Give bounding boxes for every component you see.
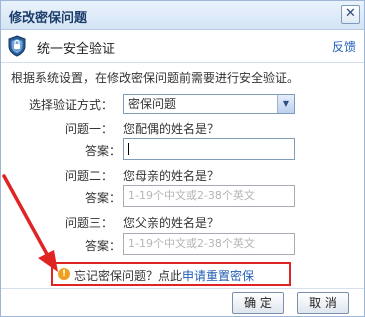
confirm-button[interactable]: 确 定 (232, 292, 284, 314)
question-2-text: 您母亲的姓名是？ (123, 169, 220, 183)
verify-method-select[interactable]: 密保问题 ▼ (123, 94, 295, 114)
answer-1-input[interactable] (123, 138, 295, 160)
answer-3-input[interactable]: 1-19个中文或2-38个英文 (123, 233, 295, 255)
close-icon: ✕ (345, 6, 356, 21)
chevron-down-icon: ▼ (277, 95, 294, 113)
verify-method-value: 密保问题 (128, 97, 177, 111)
answer-2-label: 答案： (85, 191, 122, 205)
warning-icon: ! (58, 268, 70, 280)
question-3-label: 问题三： (65, 216, 114, 230)
dialog-window: 修改密保问题 ✕ 统一安全验证 反馈 根据系统设置，在修改密保问题前需要进行安全… (0, 0, 365, 317)
question-1-text: 您配偶的姓名是？ (123, 122, 220, 136)
answer-3-label: 答案： (85, 239, 122, 253)
answer-2-placeholder: 1-19个中文或2-38个英文 (128, 189, 255, 202)
security-label: 统一安全验证 (37, 42, 116, 57)
question-3-text: 您父亲的姓名是？ (123, 216, 220, 230)
answer-2-input[interactable]: 1-19个中文或2-38个英文 (123, 185, 295, 207)
cancel-button[interactable]: 取 消 (297, 292, 349, 314)
shield-icon (8, 35, 26, 57)
answer-1-label: 答案： (85, 144, 122, 158)
dialog-title: 修改密保问题 (9, 11, 88, 26)
dialog-titlebar: 修改密保问题 ✕ (1, 1, 364, 30)
verify-method-label: 选择验证方式： (29, 98, 114, 112)
question-2-label: 问题二： (65, 169, 114, 183)
reset-security-link[interactable]: 申请重置密保 (182, 269, 254, 283)
question-1-label: 问题一： (65, 122, 114, 136)
close-button[interactable]: ✕ (341, 5, 360, 24)
text-caret (128, 143, 129, 155)
hint-prefix: 忘记密保问题？点此 (74, 269, 183, 283)
hint-highlight-box: ! 忘记密保问题？点此申请重置密保 (51, 262, 291, 286)
answer-3-placeholder: 1-19个中文或2-38个英文 (128, 237, 255, 250)
intro-text: 根据系统设置，在修改密保问题前需要进行安全验证。 (11, 71, 300, 85)
hint-text: 忘记密保问题？点此申请重置密保 (74, 267, 254, 284)
footer-divider (1, 288, 364, 289)
security-bar: 统一安全验证 反馈 (1, 30, 364, 63)
feedback-link[interactable]: 反馈 (332, 38, 356, 55)
